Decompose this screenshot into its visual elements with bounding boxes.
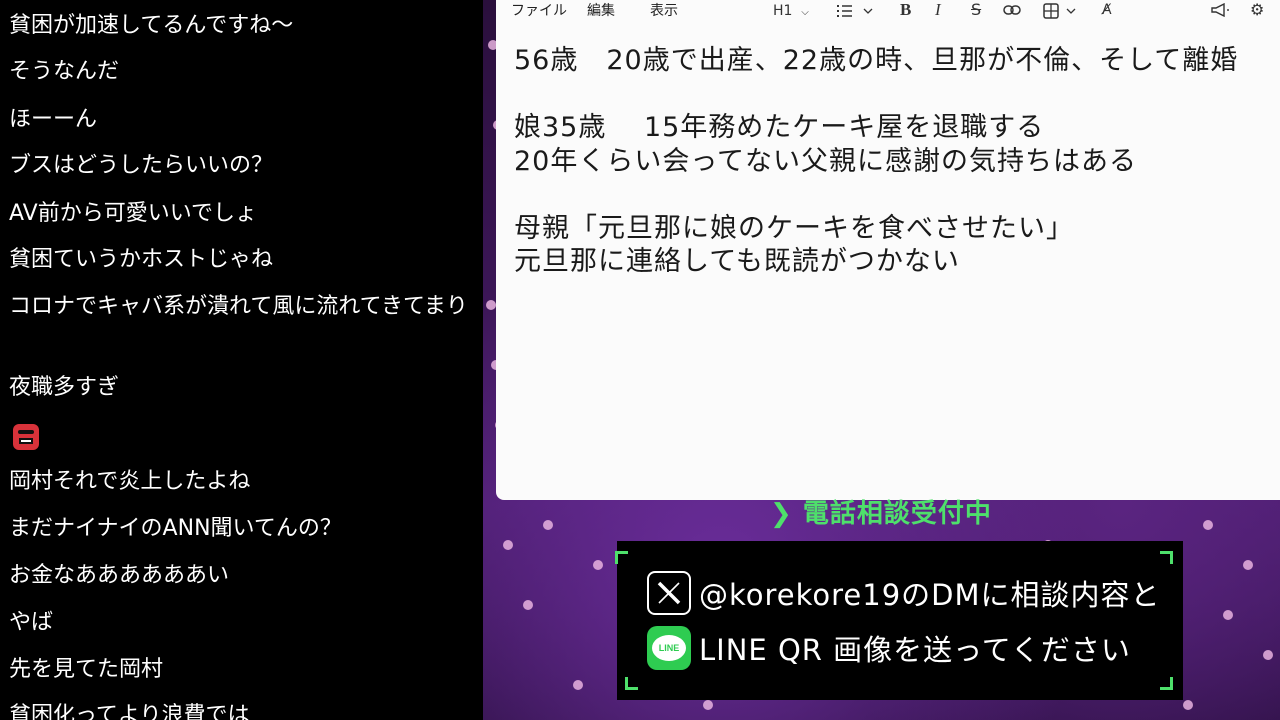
petal-decoration: [523, 600, 533, 610]
clear-formatting-icon[interactable]: A̸: [1102, 0, 1112, 22]
heading-label: H1: [773, 3, 793, 19]
x-logo-icon: [647, 571, 691, 615]
chat-message: 先を見てた岡村: [9, 657, 164, 682]
menu-edit[interactable]: 編集: [587, 1, 615, 21]
document-line: 娘35歳 15年務めたケーキ屋を退職する: [514, 112, 1045, 143]
petal-decoration: [543, 520, 553, 530]
corner-bracket: [615, 551, 628, 564]
line-logo-icon: LINE: [647, 626, 691, 670]
line-logo-text: LINE: [652, 635, 686, 661]
x-contact-text: @korekore19のDMに相談内容と: [699, 578, 1161, 612]
x-contact-row: @korekore19のDMに相談内容と: [647, 570, 1161, 616]
chat-message: ブスはどうしたらいいの？: [9, 153, 274, 178]
table-dropdown[interactable]: [1043, 2, 1079, 24]
list-icon: [837, 5, 873, 17]
petal-decoration: [1243, 560, 1253, 570]
chat-message: 夜職多すぎ: [9, 375, 120, 400]
italic-icon[interactable]: I: [935, 0, 941, 22]
document-line: 56歳 20歳で出産、22歳の時、旦那が不倫、そして離婚: [514, 45, 1239, 76]
megaphone-icon[interactable]: [1211, 3, 1229, 25]
chat-message: 貧困化ってより浪費では: [9, 703, 250, 720]
document-line: 20年くらい会ってない父親に感謝の気持ちはある: [514, 145, 1138, 177]
notepad-window: ファイル 編集 表示 H1 ⌵ B I S A̸ ⚙ 56歳 20歳で出産、22…: [496, 0, 1280, 500]
petal-decoration: [573, 680, 583, 690]
table-icon: [1043, 3, 1076, 19]
corner-bracket: [1160, 677, 1173, 690]
chat-message: まだナイナイのANN聞いてんの？: [9, 516, 342, 541]
petal-decoration: [1203, 520, 1213, 530]
petal-decoration: [486, 300, 496, 310]
menu-view[interactable]: 表示: [650, 1, 678, 21]
chat-message: やば: [9, 610, 54, 635]
corner-bracket: [625, 677, 638, 690]
document-line: 母親「元旦那に娘のケーキを食べさせたい」: [514, 212, 1074, 244]
heading-dropdown[interactable]: H1 ⌵: [773, 0, 809, 22]
petal-decoration: [703, 700, 713, 710]
strikethrough-icon[interactable]: S: [971, 0, 981, 22]
link-icon[interactable]: [1003, 4, 1021, 26]
chat-message: そうなんだ: [9, 59, 120, 84]
chat-message: 岡村それで炎上したよね: [9, 469, 251, 494]
line-contact-text: LINE QR 画像を送ってください: [699, 633, 1131, 667]
chat-message: コロナでキャバ系が潰れて風に流れてきてまり: [9, 294, 468, 319]
petal-decoration: [503, 540, 513, 550]
chat-panel: 貧困が加速してるんですね～ そうなんだほーーんブスはどうしたらいいの？ AV前から可…: [0, 0, 483, 720]
document-line: 元旦那に連絡しても既読がつかない: [514, 246, 960, 277]
petal-decoration: [593, 560, 603, 570]
chat-message: 貧困が加速してるんですね～: [9, 13, 294, 38]
phone-consultation-banner: ❯ 電話相談受付中: [770, 499, 992, 529]
petal-decoration: [1263, 650, 1273, 660]
chat-message: ほーーん: [9, 107, 98, 132]
petal-decoration: [1183, 700, 1193, 710]
list-dropdown[interactable]: [837, 3, 873, 25]
line-contact-row: LINE LINE QR 画像を送ってください: [647, 625, 1131, 671]
settings-gear-icon[interactable]: ⚙: [1250, 0, 1264, 22]
chat-message: AV前から可愛いいでしょ: [9, 201, 258, 226]
chat-message: [9, 420, 479, 455]
menu-bar: ファイル 編集 表示 H1 ⌵ B I S A̸ ⚙: [496, 0, 1280, 22]
corner-bracket: [1160, 551, 1173, 564]
angry-face-emoji-icon: [13, 424, 39, 450]
petal-decoration: [1223, 610, 1233, 620]
menu-file[interactable]: ファイル: [511, 1, 567, 21]
chat-message: お金なああああああい: [9, 563, 230, 588]
contact-card: @korekore19のDMに相談内容と LINE LINE QR 画像を送って…: [615, 541, 1183, 700]
chevron-down-icon: ⌵: [801, 7, 809, 18]
document-body[interactable]: 56歳 20歳で出産、22歳の時、旦那が不倫、そして離婚 娘35歳 15年務めたケ…: [514, 44, 1254, 279]
bold-icon[interactable]: B: [900, 0, 911, 22]
chat-message: 貧困ていうかホストじゃね: [9, 247, 274, 272]
